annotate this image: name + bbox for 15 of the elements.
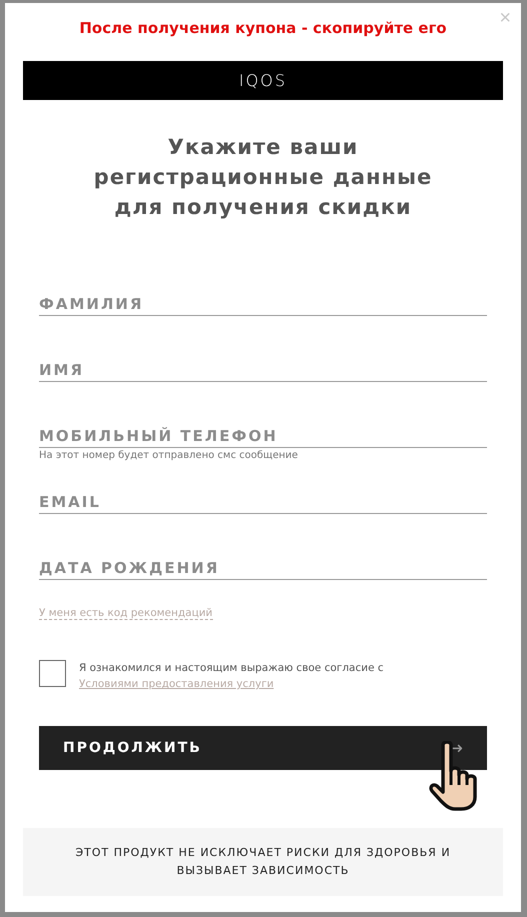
notice-text: После получения купона - скопируйте его [78, 19, 448, 37]
input-field[interactable]: ФАМИЛИЯ [39, 295, 487, 316]
consent-text: Я ознакомился и настоящим выражаю свое согласие с Условиями предоставления услуги [79, 661, 385, 692]
input-field[interactable]: EMAIL [39, 493, 487, 514]
input-field[interactable]: ИМЯ [39, 361, 487, 382]
input-field[interactable]: ДАТА РОЖДЕНИЯ [39, 559, 487, 580]
input-field[interactable]: МОБИЛЬНЫЙ ТЕЛЕФОН [39, 427, 487, 448]
terms-link[interactable]: Условиями предоставления услуги [79, 678, 274, 690]
field-hint: На этот номер будет отправлено смс сообщение [39, 450, 298, 461]
health-warning: ЭТОТ ПРОДУКТ НЕ ИСКЛЮЧАЕТ РИСКИ ДЛЯ ЗДОРОВЬЯ И ВЫЗЫВАЕТ ЗАВИСИМОСТЬ [23, 828, 503, 896]
consent-checkbox[interactable] [39, 660, 66, 687]
referral-link[interactable]: У меня есть код рекомендаций [39, 607, 213, 620]
form-title: Укажите ваши регистрационные данные для получения скидки [92, 134, 434, 221]
logo-text: IQOS [238, 71, 288, 90]
close-button[interactable]: × [495, 7, 515, 30]
